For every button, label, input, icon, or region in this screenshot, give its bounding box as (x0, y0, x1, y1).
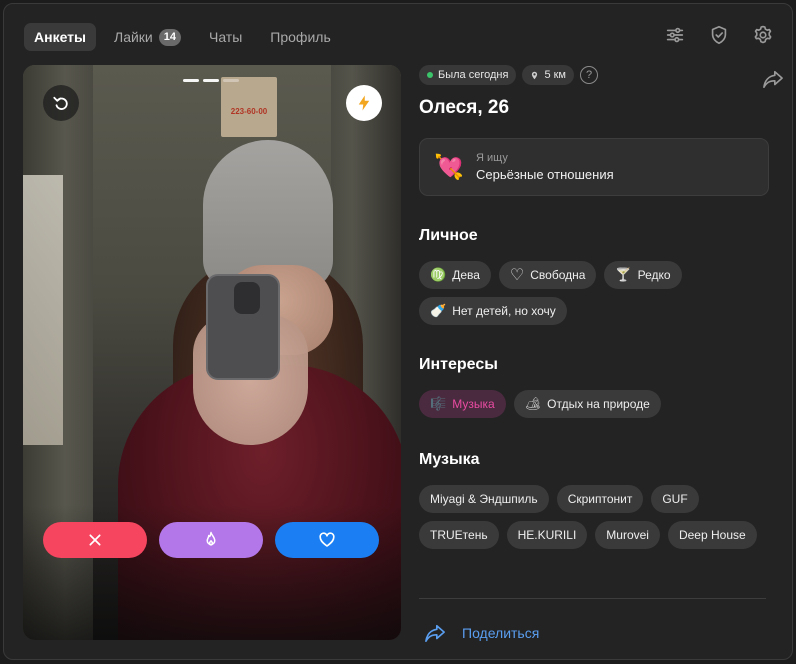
chip-artist: Скриптонит (556, 485, 644, 513)
app-window: Анкеты Лайки 14 Чаты Профиль 223-60-00 Б… (3, 3, 793, 660)
distance-badge: 5 км (522, 65, 574, 85)
chip-zodiac: ♍ Дева (419, 261, 491, 289)
chip-artist: TRUEтень (419, 521, 499, 549)
gear-icon[interactable] (752, 24, 774, 46)
photo-sign-text: 223-60-00 (230, 107, 268, 116)
heart-icon (319, 532, 335, 547)
chip-artist: Murovei (595, 521, 660, 549)
virgo-icon: ♍ (430, 267, 447, 282)
swipe-actions (43, 522, 379, 558)
fire-icon (206, 531, 216, 546)
interests-section: Интересы 🎼 Музыка 🏕 Отдых на природе (419, 356, 769, 418)
boost-button[interactable] (346, 85, 382, 121)
personal-chips: ♍ Дева ♡ Свободна 🍸 Редко 🍼 Нет детей, н… (419, 261, 769, 325)
glass-icon: 🍸 (615, 267, 632, 282)
photo-poster (23, 175, 63, 445)
chip-artist: HE.KURILI (506, 521, 588, 549)
pager-dot[interactable] (203, 79, 219, 82)
tab-likes[interactable]: Лайки 14 (104, 23, 191, 51)
online-dot-icon (427, 72, 433, 78)
online-status-text: Была сегодня (438, 69, 509, 81)
dislike-button[interactable] (43, 522, 147, 558)
tab-profile-label: Профиль (270, 29, 331, 45)
share-arrow-icon[interactable] (762, 69, 784, 89)
seeking-title: Я ищу (476, 152, 508, 164)
top-nav: Анкеты Лайки 14 Чаты Профиль (24, 23, 341, 51)
chip-label: Отдых на природе (547, 397, 650, 411)
tab-profiles[interactable]: Анкеты (24, 23, 96, 51)
undo-button[interactable] (43, 85, 79, 121)
heart-outline-icon: ♡ (509, 267, 525, 284)
superlike-button[interactable] (159, 522, 263, 558)
pager-dot[interactable] (223, 79, 239, 82)
share-button[interactable]: Поделиться (424, 623, 539, 643)
personal-title: Личное (419, 227, 478, 244)
online-status: Была сегодня (419, 65, 517, 85)
divider (419, 598, 766, 599)
lightning-icon (358, 95, 370, 111)
location-pin-icon (532, 71, 538, 79)
chip-artist: GUF (651, 485, 699, 513)
tent-icon: 🏕 (524, 396, 542, 411)
chip-label: Нет детей, но хочу (452, 304, 556, 318)
tab-profiles-label: Анкеты (34, 29, 86, 45)
undo-icon (53, 96, 68, 110)
chip-label: Редко (637, 268, 671, 282)
tab-likes-label: Лайки (114, 29, 153, 45)
like-button[interactable] (275, 522, 379, 558)
profile-details: Была сегодня 5 км ? Олеся, 26 💘 Я ищу Се… (419, 65, 783, 549)
music-title: Музыка (419, 451, 480, 468)
help-button[interactable]: ? (580, 66, 598, 84)
chip-relationship: ♡ Свободна (498, 261, 597, 289)
pager-dot[interactable] (183, 79, 199, 82)
photo-sign: 223-60-00 (221, 77, 277, 137)
close-icon (89, 534, 101, 546)
chip-children: 🍼 Нет детей, но хочу (419, 297, 567, 325)
seeking-value: Серьёзные отношения (476, 167, 614, 182)
shield-check-icon[interactable] (708, 24, 730, 46)
music-section: Музыка Miyagi & Эндшпиль Скриптонит GUF … (419, 451, 769, 549)
chip-interest-music: 🎼 Музыка (419, 390, 506, 418)
sliders-icon[interactable] (664, 24, 686, 46)
distance-text: 5 км (544, 69, 566, 81)
chip-artist: Deep House (667, 521, 757, 549)
phone-camera (234, 282, 260, 314)
chip-artist: Miyagi & Эндшпиль (419, 485, 549, 513)
music-sheet-icon: 🎼 (430, 396, 447, 411)
baby-bottle-icon: 🍼 (430, 303, 447, 318)
chip-label: Музыка (452, 397, 495, 411)
chip-label: Дева (452, 268, 480, 282)
personal-section: Личное ♍ Дева ♡ Свободна 🍸 Редко 🍼 Нет д… (419, 227, 769, 325)
interests-chips: 🎼 Музыка 🏕 Отдых на природе (419, 390, 769, 418)
chip-label: Свободна (530, 268, 586, 282)
heart-arrow-icon: 💘 (434, 153, 464, 181)
nav-icons (664, 24, 774, 46)
chip-alcohol: 🍸 Редко (604, 261, 682, 289)
chip-interest-nature: 🏕 Отдых на природе (513, 390, 661, 418)
interests-title: Интересы (419, 356, 498, 373)
status-row: Была сегодня 5 км ? (419, 65, 769, 85)
tab-chats-label: Чаты (209, 29, 243, 45)
music-chips: Miyagi & Эндшпиль Скриптонит GUF TRUEтен… (419, 485, 769, 549)
seeking-card: 💘 Я ищу Серьёзные отношения (419, 138, 769, 196)
share-arrow-icon (425, 624, 445, 642)
photo-phone (206, 274, 280, 380)
likes-count-badge: 14 (158, 28, 181, 46)
photo-pager (183, 79, 239, 82)
profile-name-age: Олеся, 26 (419, 97, 510, 118)
tab-profile[interactable]: Профиль (260, 23, 340, 51)
share-label: Поделиться (462, 625, 540, 641)
tab-chats[interactable]: Чаты (199, 23, 252, 51)
